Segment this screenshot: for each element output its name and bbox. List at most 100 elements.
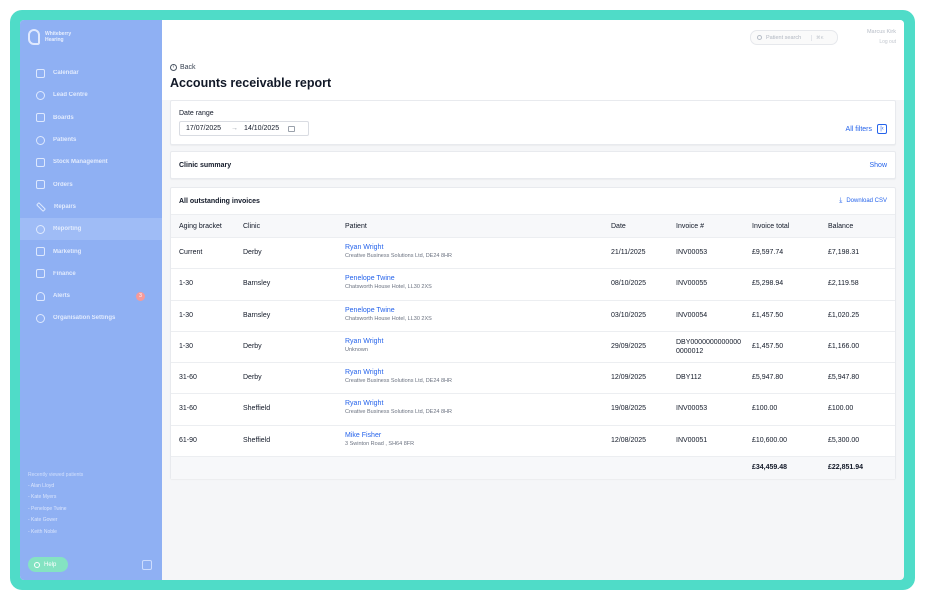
back-label: Back xyxy=(180,64,196,71)
invoices-title: All outstanding invoices xyxy=(179,198,260,205)
date-cell: 03/10/2025 xyxy=(611,311,647,319)
sidebar-item-orders[interactable]: Orders xyxy=(20,173,162,195)
patient-cell: Ryan Wright Creative Business Solutions … xyxy=(345,369,452,384)
patient-address: Creative Business Solutions Ltd, DE24 8H… xyxy=(345,378,452,385)
search-shortcut: ⌘K xyxy=(811,34,824,41)
invoice-number-cell: DBY00000000000000000012 xyxy=(676,338,742,355)
table-header: Aging bracket Clinic Patient Date Invoic… xyxy=(171,214,895,238)
column-header-patient[interactable]: Patient xyxy=(345,223,367,230)
sidebar-item-calendar[interactable]: Calendar xyxy=(20,62,162,84)
date-cell: 19/08/2025 xyxy=(611,405,647,413)
outstanding-invoices-card: All outstanding invoices ⤓ Download CSV … xyxy=(170,187,896,479)
sidebar-item-alerts[interactable]: Alerts 3 xyxy=(20,285,162,307)
sidebar-item-lead-centre[interactable]: Lead Centre xyxy=(20,84,162,106)
table-row[interactable]: 31-60 Derby Ryan Wright Creative Busines… xyxy=(171,363,895,395)
sidebar-item-patients[interactable]: Patients xyxy=(20,129,162,151)
aging-cell: Current xyxy=(179,249,203,256)
clinic-cell: Derby xyxy=(243,342,262,350)
patient-address: Creative Business Solutions Ltd, DE24 8H… xyxy=(345,409,452,416)
table-body: Current Derby Ryan Wright Creative Busin… xyxy=(171,238,895,458)
board-icon xyxy=(36,113,45,123)
date-cell: 08/10/2025 xyxy=(611,280,647,288)
table-row[interactable]: 1-30 Barnsley Penelope Twine Chatsworth … xyxy=(171,301,895,332)
sidebar-item-marketing[interactable]: Marketing xyxy=(20,240,162,262)
collapse-sidebar-icon[interactable] xyxy=(142,560,152,570)
table-row[interactable]: 31-60 Sheffield Ryan Wright Creative Bus… xyxy=(171,394,895,426)
sidebar-item-organisation-settings[interactable]: Organisation Settings xyxy=(20,307,162,329)
back-button[interactable]: ‹ Back xyxy=(170,64,196,71)
column-header-aging[interactable]: Aging bracket xyxy=(179,223,222,230)
table-row[interactable]: 61-90 Sheffield Mike Fisher 3 Swinton Ro… xyxy=(171,426,895,458)
invoice-number-cell: INV00055 xyxy=(676,280,708,288)
sidebar-item-label: Patients xyxy=(53,137,77,144)
date-range-input[interactable]: 17/07/2025 → 14/10/2025 xyxy=(179,121,309,136)
patient-search-input[interactable]: Patient search ⌘K xyxy=(750,30,838,45)
patient-link[interactable]: Ryan Wright xyxy=(345,400,452,407)
aging-cell: 31-60 xyxy=(179,374,197,382)
recent-patient-link[interactable]: - Alan Lloyd xyxy=(28,483,83,494)
sidebar-item-label: Orders xyxy=(53,181,73,188)
main-content: Patient search ⌘K Marcus Kirk Log out ‹ … xyxy=(162,20,904,580)
sidebar-item-stock-management[interactable]: Stock Management xyxy=(20,151,162,173)
column-header-date[interactable]: Date xyxy=(611,223,626,230)
patient-link[interactable]: Penelope Twine xyxy=(345,275,432,282)
brand-logo[interactable]: Whiteberry Hearing xyxy=(28,29,71,45)
sidebar-item-reporting[interactable]: Reporting xyxy=(20,218,162,241)
totals-row: £34,459.48 £22,851.94 xyxy=(171,457,895,479)
sidebar-item-label: Organisation Settings xyxy=(53,315,116,322)
headset-icon xyxy=(36,90,45,100)
patient-link[interactable]: Mike Fisher xyxy=(345,432,414,439)
column-header-clinic[interactable]: Clinic xyxy=(243,223,260,230)
column-header-balance[interactable]: Balance xyxy=(828,223,853,230)
user-name[interactable]: Marcus Kirk xyxy=(867,29,896,35)
bell-icon xyxy=(36,291,45,301)
column-header-invoice-total[interactable]: Invoice total xyxy=(752,223,789,230)
search-placeholder: Patient search xyxy=(766,34,802,41)
clinic-summary-show-button[interactable]: Show xyxy=(869,162,887,169)
balance-cell: £2,119.58 xyxy=(828,280,859,288)
help-icon xyxy=(34,561,40,568)
recent-patient-link[interactable]: - Keith Noble xyxy=(28,529,83,540)
patient-link[interactable]: Ryan Wright xyxy=(345,369,452,376)
patient-cell: Ryan Wright Creative Business Solutions … xyxy=(345,400,452,415)
invoice-number-cell: INV00053 xyxy=(676,405,708,413)
date-cell: 12/08/2025 xyxy=(611,436,647,444)
page-header: ‹ Back Accounts receivable report xyxy=(162,55,904,100)
patient-cell: Ryan Wright Unknown xyxy=(345,338,383,353)
sidebar-item-boards[interactable]: Boards xyxy=(20,107,162,129)
invoice-total-cell: £5,298.94 xyxy=(752,280,784,288)
invoice-total-cell: £9,597.74 xyxy=(752,249,784,256)
table-row[interactable]: 1-30 Barnsley Penelope Twine Chatsworth … xyxy=(171,269,895,301)
sidebar-item-finance[interactable]: Finance xyxy=(20,263,162,285)
chart-icon xyxy=(36,224,45,234)
sidebar-item-repairs[interactable]: Repairs xyxy=(20,196,162,218)
logout-link[interactable]: Log out xyxy=(879,39,896,45)
arrow-left-icon: ‹ xyxy=(170,64,177,71)
sidebar-item-label: Repairs xyxy=(54,203,77,210)
balance-cell: £7,198.31 xyxy=(828,249,860,256)
patient-link[interactable]: Ryan Wright xyxy=(345,244,452,251)
recent-patient-link[interactable]: - Kate Myers xyxy=(28,494,83,505)
date-cell: 21/11/2025 xyxy=(611,249,646,256)
patient-link[interactable]: Penelope Twine xyxy=(345,307,432,314)
help-label: Help xyxy=(44,561,57,568)
box-icon xyxy=(36,157,45,167)
patient-link[interactable]: Ryan Wright xyxy=(345,338,383,345)
recent-patient-link[interactable]: - Kate Gower xyxy=(28,517,83,528)
help-button[interactable]: Help xyxy=(28,557,68,572)
aging-cell: 61-90 xyxy=(179,436,197,444)
balance-cell: £100.00 xyxy=(828,405,854,413)
all-filters-button[interactable]: All filters |‹ xyxy=(846,124,887,134)
table-row[interactable]: 1-30 Derby Ryan Wright Unknown 29/09/202… xyxy=(171,332,895,364)
column-header-invoice[interactable]: Invoice # xyxy=(676,223,704,230)
megaphone-icon xyxy=(36,247,45,257)
wrench-icon xyxy=(36,201,46,212)
invoice-total-cell: £10,600.00 xyxy=(752,436,788,444)
alerts-count-badge: 3 xyxy=(136,291,145,301)
download-csv-button[interactable]: ⤓ Download CSV xyxy=(839,197,887,204)
table-row[interactable]: Current Derby Ryan Wright Creative Busin… xyxy=(171,238,895,270)
brand-name-line2: Hearing xyxy=(45,37,64,43)
recent-patient-link[interactable]: - Penelope Twine xyxy=(28,506,83,517)
aging-cell: 31-60 xyxy=(179,405,197,413)
balance-cell: £1,020.25 xyxy=(828,311,860,319)
